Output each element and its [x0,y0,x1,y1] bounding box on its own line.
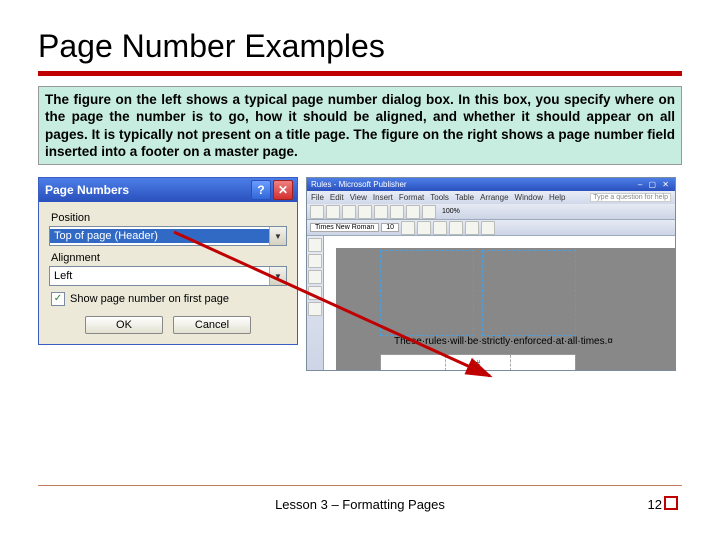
toolbar-formatting[interactable]: Times New Roman 10 [307,220,675,236]
toolbar-icon[interactable] [310,205,324,219]
text-icon[interactable] [308,254,322,268]
checkbox-icon[interactable]: ✓ [51,292,65,306]
chevron-down-icon[interactable]: ▼ [269,267,286,285]
toolbar-icon[interactable] [326,205,340,219]
show-first-label: Show page number on first page [70,293,229,305]
toolbar-icon[interactable] [406,205,420,219]
align-icon[interactable] [465,221,479,235]
footer-left [381,355,446,371]
footer-center: # [446,355,511,371]
toolbar-icon[interactable] [422,205,436,219]
menu-table[interactable]: Table [455,193,474,202]
menu-help[interactable]: Help [549,193,565,202]
title-underline [38,71,682,76]
close-icon[interactable]: ✕ [273,180,293,200]
slide-number: 12 [648,497,662,512]
shape-icon[interactable] [308,286,322,300]
menu-edit[interactable]: Edit [330,193,344,202]
figures-row: Page Numbers ? ✕ Position Top of page (H… [38,177,682,371]
tool-palette[interactable] [307,236,324,371]
canvas[interactable]: These·rules·will·be·strictly·enforced·at… [324,236,675,371]
menu-file[interactable]: File [311,193,324,202]
footer-frame[interactable]: # [380,354,576,371]
toolbar-icon[interactable] [390,205,404,219]
toolbar-icon[interactable] [374,205,388,219]
slide-title: Page Number Examples [38,28,682,65]
page-guide [482,250,576,336]
page-guide [380,250,474,336]
description-box: The figure on the left shows a typical p… [38,86,682,165]
bullet-icon [664,496,678,510]
show-first-row[interactable]: ✓ Show page number on first page [51,292,287,306]
italic-icon[interactable] [417,221,431,235]
menu-tools[interactable]: Tools [430,193,449,202]
publisher-window: Rules - Microsoft Publisher – ▢ ✕ File E… [306,177,676,371]
alignment-label: Alignment [51,252,287,264]
align-icon[interactable] [449,221,463,235]
menu-view[interactable]: View [350,193,367,202]
window-controls[interactable]: – ▢ ✕ [638,180,671,189]
position-dropdown[interactable]: Top of page (Header) ▼ [49,226,287,246]
publisher-menubar[interactable]: File Edit View Insert Format Tools Table… [307,191,675,204]
align-icon[interactable] [481,221,495,235]
underline-icon[interactable] [433,221,447,235]
menu-insert[interactable]: Insert [373,193,393,202]
position-label: Position [51,212,287,224]
menu-window[interactable]: Window [515,193,543,202]
bold-icon[interactable] [401,221,415,235]
alignment-dropdown[interactable]: Left ▼ [49,266,287,286]
dialog-title: Page Numbers [45,183,249,197]
cancel-button[interactable]: Cancel [173,316,251,334]
shape-icon[interactable] [308,270,322,284]
position-value: Top of page (Header) [50,229,269,243]
page-numbers-dialog: Page Numbers ? ✕ Position Top of page (H… [38,177,298,345]
ok-button[interactable]: OK [85,316,163,334]
publisher-titlebar: Rules - Microsoft Publisher – ▢ ✕ [307,178,675,191]
toolbar-icon[interactable] [358,205,372,219]
publisher-title: Rules - Microsoft Publisher [311,180,407,189]
help-icon[interactable]: ? [251,180,271,200]
chevron-down-icon[interactable]: ▼ [269,227,286,245]
footer-right [511,355,575,371]
dialog-titlebar: Page Numbers ? ✕ [39,178,297,202]
lesson-label: Lesson 3 – Formatting Pages [0,497,720,512]
shape-icon[interactable] [308,302,322,316]
footer-rule [38,485,682,486]
menu-format[interactable]: Format [399,193,424,202]
menu-arrange[interactable]: Arrange [480,193,508,202]
toolbar-standard[interactable]: 100% [307,204,675,220]
toolbar-icon[interactable] [342,205,356,219]
help-search[interactable]: Type a question for help [590,193,671,202]
body-text: These·rules·will·be·strictly·enforced·at… [394,336,613,347]
alignment-value: Left [50,269,269,283]
pointer-icon[interactable] [308,238,322,252]
